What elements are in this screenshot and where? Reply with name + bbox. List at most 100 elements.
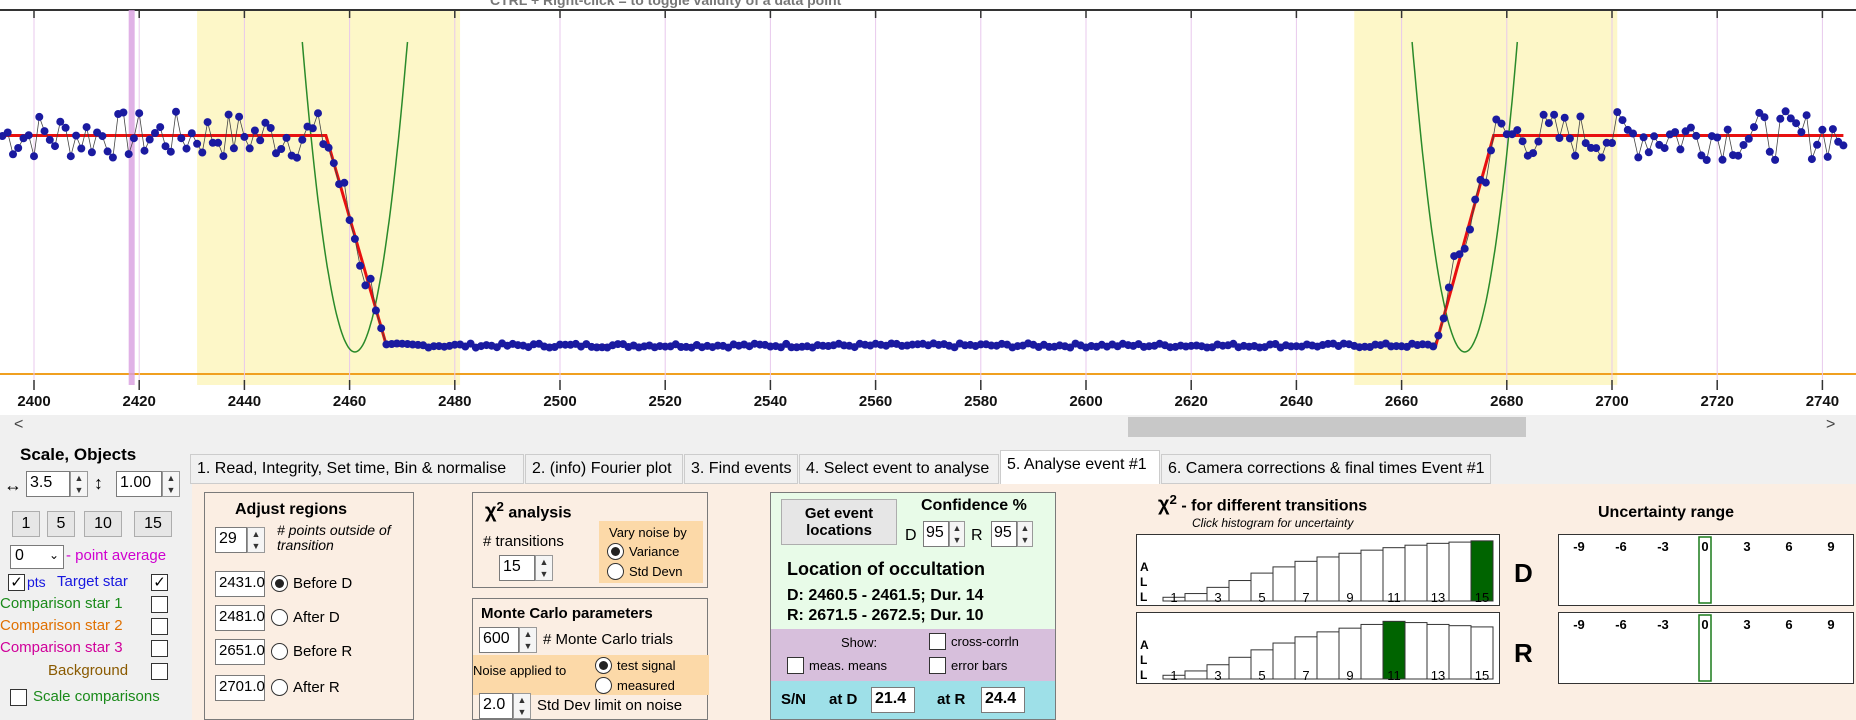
- d-hist-bar-10: [1360, 549, 1384, 602]
- scale-comparisons-checkbox[interactable]: [10, 689, 27, 706]
- std-dev-limit-spinner[interactable]: ▲ ▼: [513, 693, 531, 719]
- bin-5-button[interactable]: 5: [47, 511, 75, 537]
- r-unc-label-2: -3: [1657, 617, 1669, 632]
- h-scale-input[interactable]: 3.5: [26, 471, 70, 497]
- r-histogram[interactable]: A L L 1 3 5 7 9 11 13 15: [1136, 612, 1500, 684]
- variance-radio[interactable]: [607, 543, 624, 560]
- data-point-283: [1487, 146, 1495, 155]
- data-point-304: [1597, 153, 1606, 162]
- after-d-radio[interactable]: [271, 609, 288, 626]
- after-d-input[interactable]: 2481.0: [215, 605, 265, 631]
- before-r-label: Before R: [293, 643, 353, 660]
- r-histogram-svg[interactable]: ALL 1 3 5 7 9 11 13 15: [1137, 613, 1499, 683]
- horizontal-scrollbar[interactable]: < >: [0, 415, 1856, 437]
- confidence-d-input[interactable]: 95: [923, 521, 949, 547]
- pts-checkbox[interactable]: ✓: [8, 574, 25, 591]
- data-point-342: [1797, 128, 1806, 137]
- scroll-right-arrow[interactable]: >: [1826, 415, 1835, 435]
- r-hist-axis-letter-2: L: [1140, 668, 1147, 682]
- get-event-locations-button[interactable]: Get event locations: [781, 499, 897, 545]
- tab-find-events[interactable]: 3. Find events: [684, 454, 798, 484]
- comparison-star-1-checkbox[interactable]: [151, 596, 168, 613]
- transitions-spinner[interactable]: ▲ ▼: [535, 555, 553, 581]
- scroll-left-arrow[interactable]: <: [14, 415, 23, 435]
- r-unc-label-3: 0: [1701, 617, 1708, 632]
- bin-1-button[interactable]: 1: [12, 511, 40, 537]
- v-scale-spinner[interactable]: ▲ ▼: [162, 471, 180, 497]
- bin-15-button[interactable]: 15: [134, 511, 172, 537]
- bin-10-button[interactable]: 10: [84, 511, 122, 537]
- monte-carlo-trials-input[interactable]: 600: [479, 627, 519, 653]
- x-tick-label: 2660: [1384, 393, 1419, 410]
- r-unc-label-5: 6: [1785, 617, 1792, 632]
- error-bars-checkbox[interactable]: [929, 657, 946, 674]
- data-point-51: [266, 124, 275, 132]
- confidence-r-input[interactable]: 95: [991, 521, 1017, 547]
- uncertainty-title: Uncertainty range: [1598, 504, 1735, 521]
- chi2-analysis-group: χ2 analysis # transitions 15 ▲ ▼ Vary noi…: [472, 492, 708, 588]
- data-point-341: [1792, 119, 1801, 128]
- data-point-336: [1765, 147, 1774, 156]
- before-r-radio[interactable]: [271, 643, 288, 660]
- cross-corr-checkbox[interactable]: [929, 633, 946, 650]
- r-hist-bar-label-13: 13: [1431, 668, 1445, 683]
- points-outside-spinner[interactable]: ▲ ▼: [247, 527, 265, 553]
- data-point-15: [77, 144, 86, 153]
- data-point-33: [172, 107, 180, 116]
- data-point-288: [1513, 126, 1522, 135]
- tab-analyse-event[interactable]: 5. Analyse event #1: [1000, 450, 1160, 484]
- scroll-thumb[interactable]: [1128, 417, 1526, 437]
- std-devn-radio[interactable]: [607, 563, 624, 580]
- point-average-select[interactable]: 0 ⌄: [10, 545, 64, 569]
- sn-d-value: 21.4: [871, 687, 915, 713]
- std-dev-limit-input[interactable]: 2.0: [479, 693, 513, 719]
- data-point-2: [9, 150, 17, 159]
- comparison-star-2-checkbox[interactable]: [151, 618, 168, 635]
- data-point-60: [314, 109, 322, 118]
- r-hist-bar-2: [1184, 670, 1208, 680]
- transitions-label: # transitions: [483, 533, 564, 550]
- measured-radio[interactable]: [595, 677, 612, 694]
- v-scale-input[interactable]: 1.00: [116, 471, 162, 497]
- data-point-330: [1734, 151, 1743, 160]
- analyse-event-tab-body: Adjust regions 29 ▲ ▼ # points outside of…: [192, 484, 1856, 720]
- data-point-328: [1723, 125, 1732, 134]
- points-outside-input[interactable]: 29: [215, 527, 247, 553]
- d-unc-label-5: 6: [1785, 539, 1792, 554]
- tab-fourier-plot[interactable]: 2. (info) Fourier plot: [525, 454, 683, 484]
- d-histogram-svg[interactable]: ALL 1 3 5 7 9 11 13 15: [1137, 535, 1499, 605]
- x-tick-label: 2500: [543, 393, 577, 410]
- before-d-radio[interactable]: [271, 575, 288, 592]
- comparison-star-3-checkbox[interactable]: [151, 640, 168, 657]
- sn-at-r-label: at R: [937, 691, 966, 708]
- after-r-input[interactable]: 2701.0: [215, 675, 265, 701]
- data-point-59: [308, 124, 317, 133]
- monte-carlo-trials-spinner[interactable]: ▲ ▼: [519, 627, 537, 653]
- h-scale-spinner[interactable]: ▲ ▼: [70, 471, 88, 497]
- d-hist-bar-label-3: 3: [1214, 590, 1221, 605]
- r-hist-bar-label-3: 3: [1214, 668, 1221, 683]
- after-r-radio[interactable]: [271, 679, 288, 696]
- confidence-d-spinner[interactable]: ▲ ▼: [949, 521, 965, 547]
- tab-select-event[interactable]: 4. Select event to analyse: [799, 454, 999, 484]
- background-checkbox[interactable]: [151, 663, 168, 680]
- light-curve-plot[interactable]: CTRL + Right-click = to toggle validity …: [0, 0, 1856, 420]
- data-point-67: [350, 234, 359, 243]
- transitions-input[interactable]: 15: [499, 555, 535, 581]
- meas-means-checkbox[interactable]: [787, 657, 804, 674]
- test-signal-radio[interactable]: [595, 657, 612, 674]
- data-point-348: [1828, 125, 1837, 134]
- data-point-48: [250, 126, 259, 135]
- d-histogram[interactable]: A L L 1 3 5 7 9 11 13 15: [1136, 534, 1500, 606]
- before-r-input[interactable]: 2651.0: [215, 639, 265, 665]
- data-point-280: [1471, 195, 1480, 204]
- tab-read-integrity[interactable]: 1. Read, Integrity, Set time, Bin & norm…: [190, 454, 524, 484]
- r-uncertainty-svg: -9 -6 -3 0 3 6 9: [1573, 614, 1835, 682]
- data-point-71: [371, 306, 380, 315]
- target-star-checkbox[interactable]: ✓: [151, 574, 168, 591]
- chi-hist-title-text: - for different transitions: [1176, 497, 1368, 515]
- before-d-input[interactable]: 2431.0: [215, 571, 265, 597]
- confidence-r-spinner[interactable]: ▲ ▼: [1017, 521, 1033, 547]
- light-curve-svg[interactable]: [0, 0, 1856, 420]
- tab-camera-corrections[interactable]: 6. Camera corrections & final times Even…: [1161, 454, 1491, 484]
